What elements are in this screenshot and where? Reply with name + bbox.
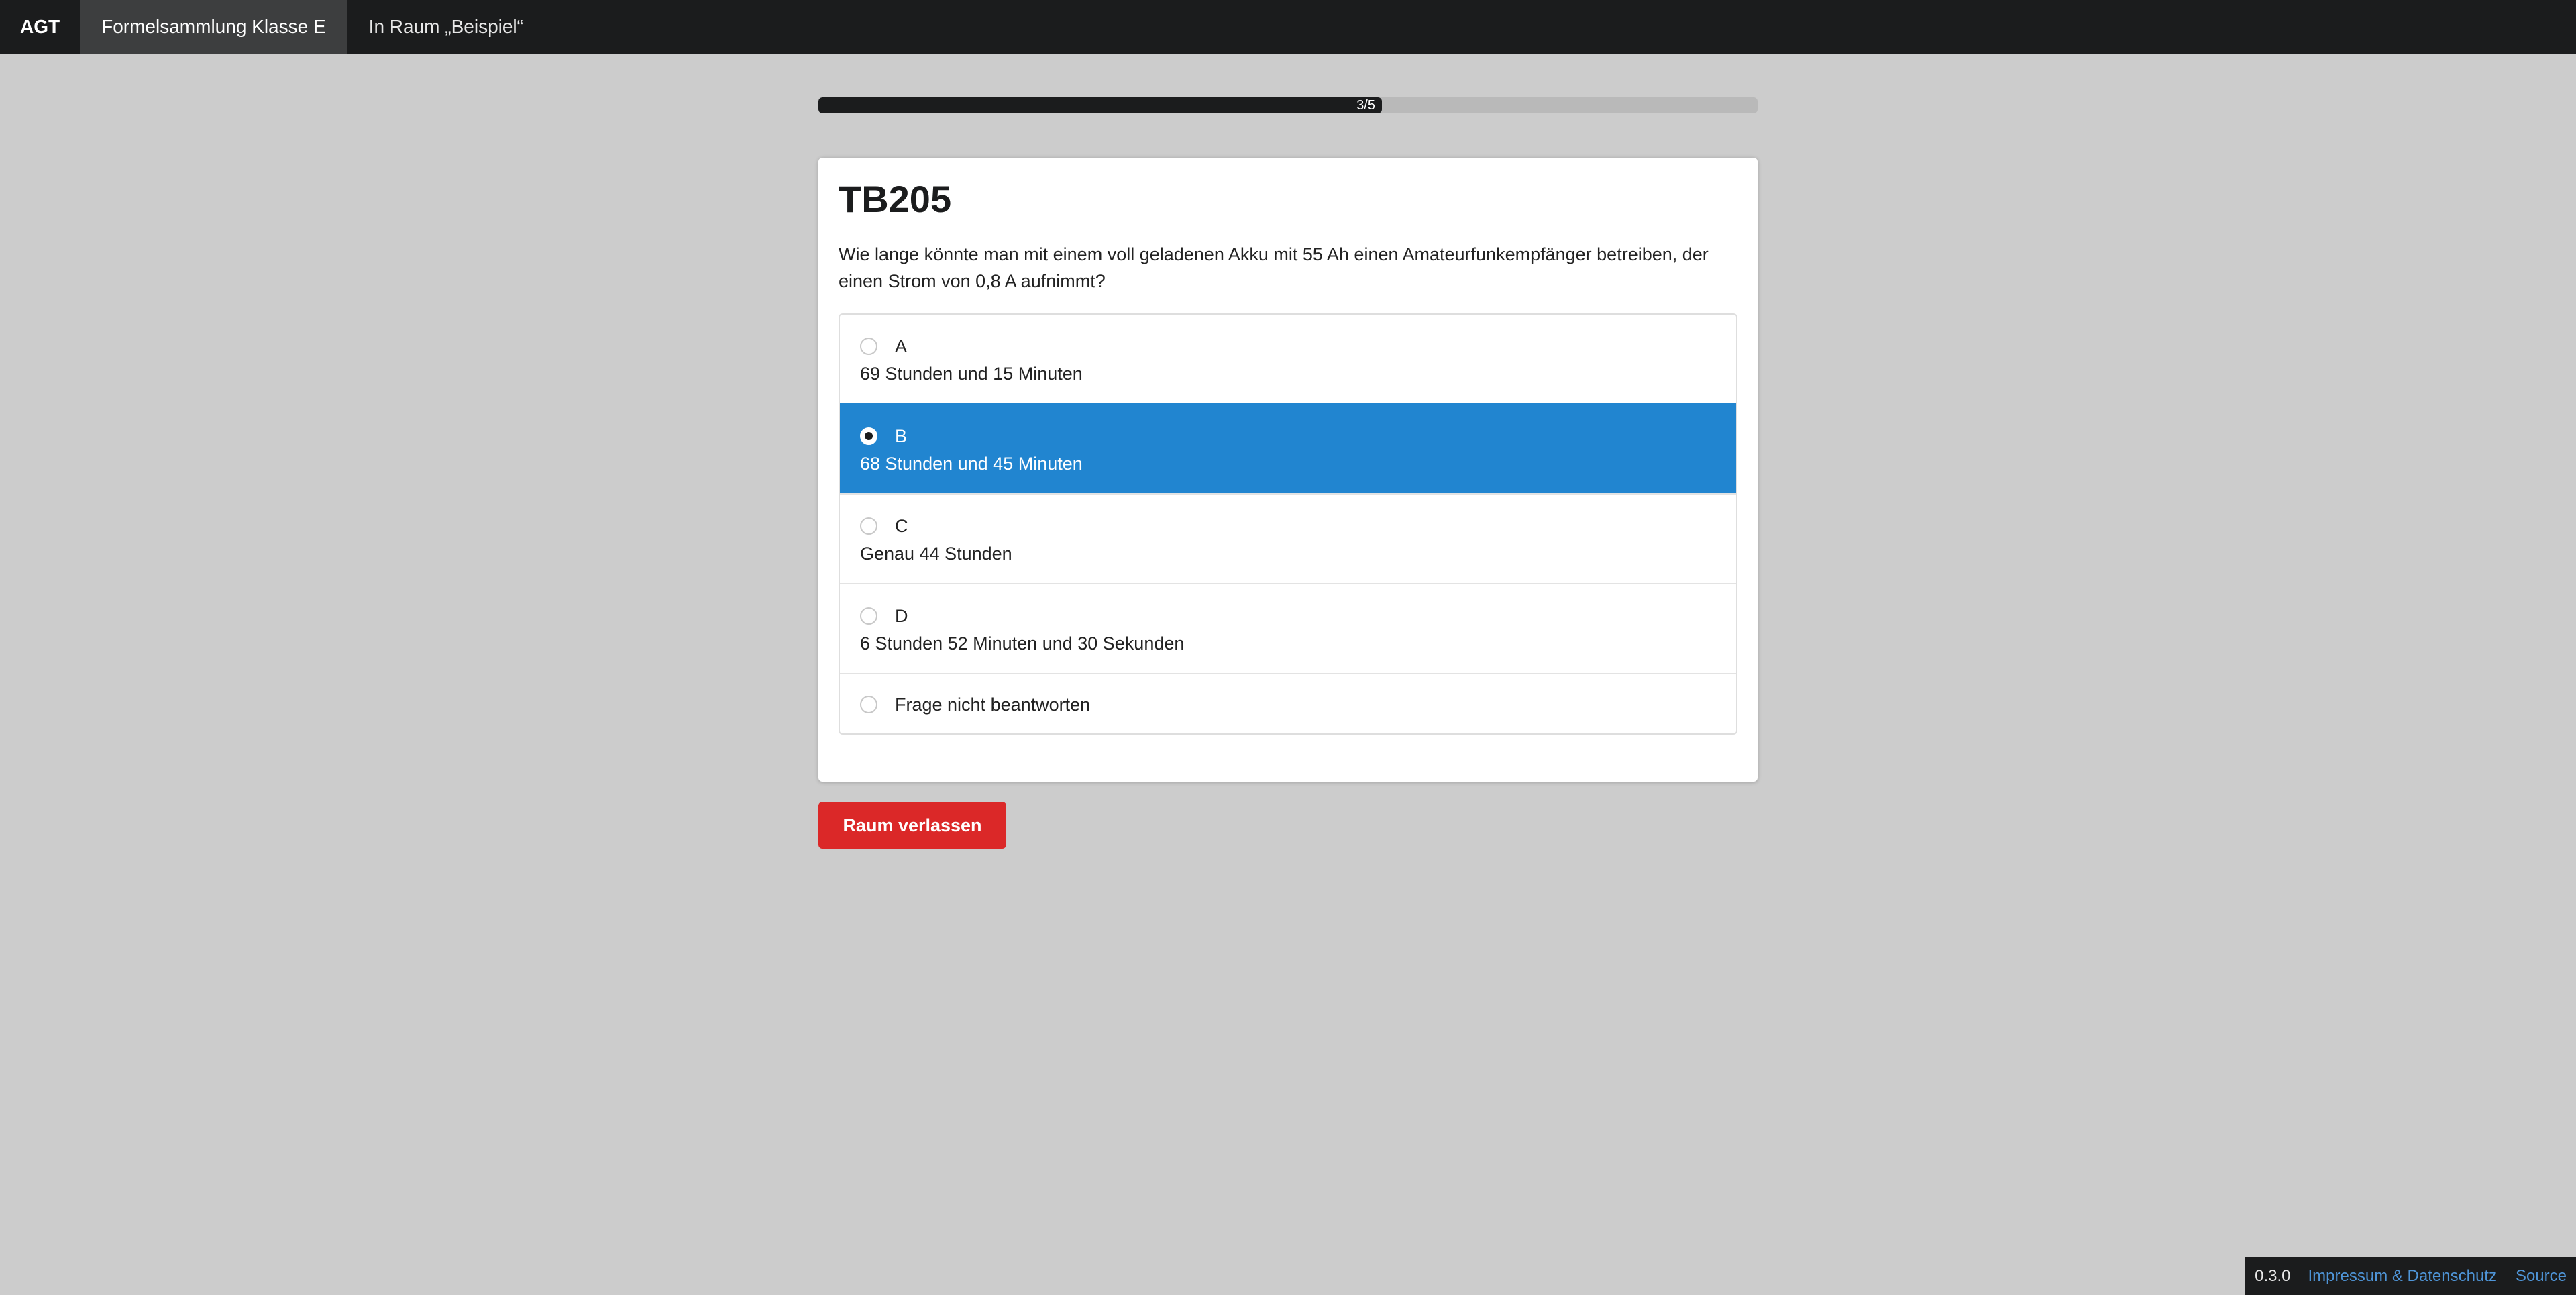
answer-text: 69 Stunden und 15 Minuten: [860, 364, 1083, 384]
answer-text: Genau 44 Stunden: [860, 543, 1012, 564]
nav-item-room[interactable]: In Raum „Beispiel“: [347, 0, 545, 54]
footer: 0.3.0 Impressum & Datenschutz Source: [2245, 1257, 2576, 1295]
radio-button[interactable]: [860, 517, 877, 535]
radio-dot-icon: [865, 432, 873, 440]
answer-option-b[interactable]: B 68 Stunden und 45 Minuten: [840, 403, 1736, 493]
brand-logo[interactable]: AGT: [0, 0, 80, 54]
answer-option-c[interactable]: C Genau 44 Stunden: [840, 493, 1736, 583]
progress-label: 3/5: [1356, 98, 1375, 113]
skip-label: Frage nicht beantworten: [895, 694, 1091, 715]
answer-letter: B: [895, 426, 908, 446]
answer-letter: A: [895, 336, 908, 356]
answer-letter: D: [895, 606, 908, 626]
radio-button[interactable]: [860, 607, 877, 625]
answer-option-a[interactable]: A 69 Stunden und 15 Minuten: [840, 315, 1736, 403]
radio-button[interactable]: [860, 427, 877, 445]
answer-option-d[interactable]: D 6 Stunden 52 Minuten und 30 Sekunden: [840, 583, 1736, 673]
source-link[interactable]: Source: [2516, 1267, 2567, 1286]
radio-button[interactable]: [860, 696, 877, 713]
question-text: Wie lange könnte man mit einem voll gela…: [839, 244, 1709, 291]
question-id: TB205: [839, 178, 952, 220]
answer-letter: C: [895, 516, 908, 536]
answer-list: A 69 Stunden und 15 Minuten B 68 Stunden…: [839, 313, 1737, 735]
answer-option-skip[interactable]: Frage nicht beantworten: [840, 673, 1736, 733]
progress-bar: 3/5: [818, 97, 1758, 113]
version-label: 0.3.0: [2255, 1267, 2291, 1285]
nav-item-formelsammlung[interactable]: Formelsammlung Klasse E: [80, 0, 347, 54]
top-navbar: AGT Formelsammlung Klasse E In Raum „Bei…: [0, 0, 2576, 54]
question-card: TB205 Wie lange könnte man mit einem vol…: [818, 158, 1758, 782]
leave-room-button[interactable]: Raum verlassen: [818, 802, 1006, 849]
answer-text: 6 Stunden 52 Minuten und 30 Sekunden: [860, 633, 1185, 654]
radio-button[interactable]: [860, 338, 877, 355]
progress-fill: 3/5: [818, 97, 1382, 113]
impressum-link[interactable]: Impressum & Datenschutz: [2308, 1267, 2497, 1286]
answer-text: 68 Stunden und 45 Minuten: [860, 454, 1083, 474]
